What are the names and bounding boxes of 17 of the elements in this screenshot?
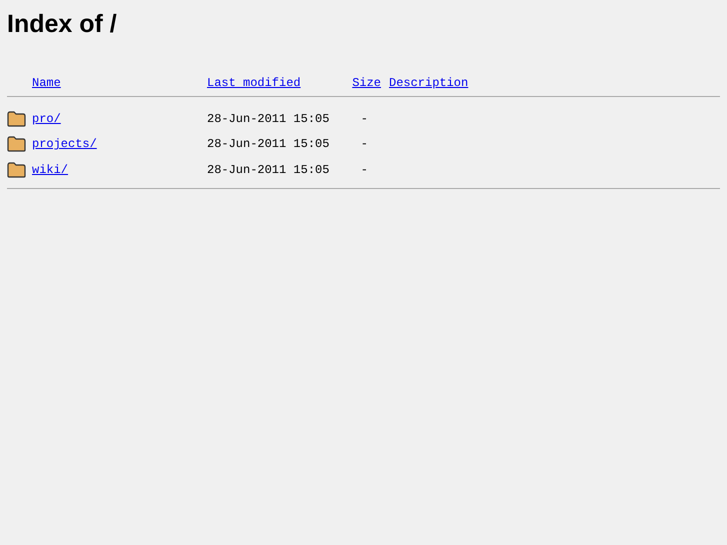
modified-date: 28-Jun-2011 15:05 <box>207 162 330 177</box>
page-title: Index of / <box>6 9 117 39</box>
column-header-link[interactable]: Description <box>389 76 468 90</box>
file-size: - <box>360 112 369 126</box>
column-header-link[interactable]: Size <box>352 76 389 90</box>
folder-icon <box>7 136 26 152</box>
file-size: - <box>360 137 369 152</box>
modified-date: 28-Jun-2011 15:05 <box>207 112 330 126</box>
folder-link[interactable]: projects/ <box>32 137 97 152</box>
folder-icon <box>7 162 26 178</box>
column-header-link[interactable]: Last modified <box>207 76 301 90</box>
folder-link[interactable]: wiki/ <box>32 162 68 177</box>
folder-link[interactable]: pro/ <box>32 112 61 126</box>
file-size: - <box>360 162 369 177</box>
modified-date: 28-Jun-2011 15:05 <box>207 137 330 152</box>
column-header-link[interactable]: Name <box>32 76 61 90</box>
folder-icon <box>7 110 26 127</box>
